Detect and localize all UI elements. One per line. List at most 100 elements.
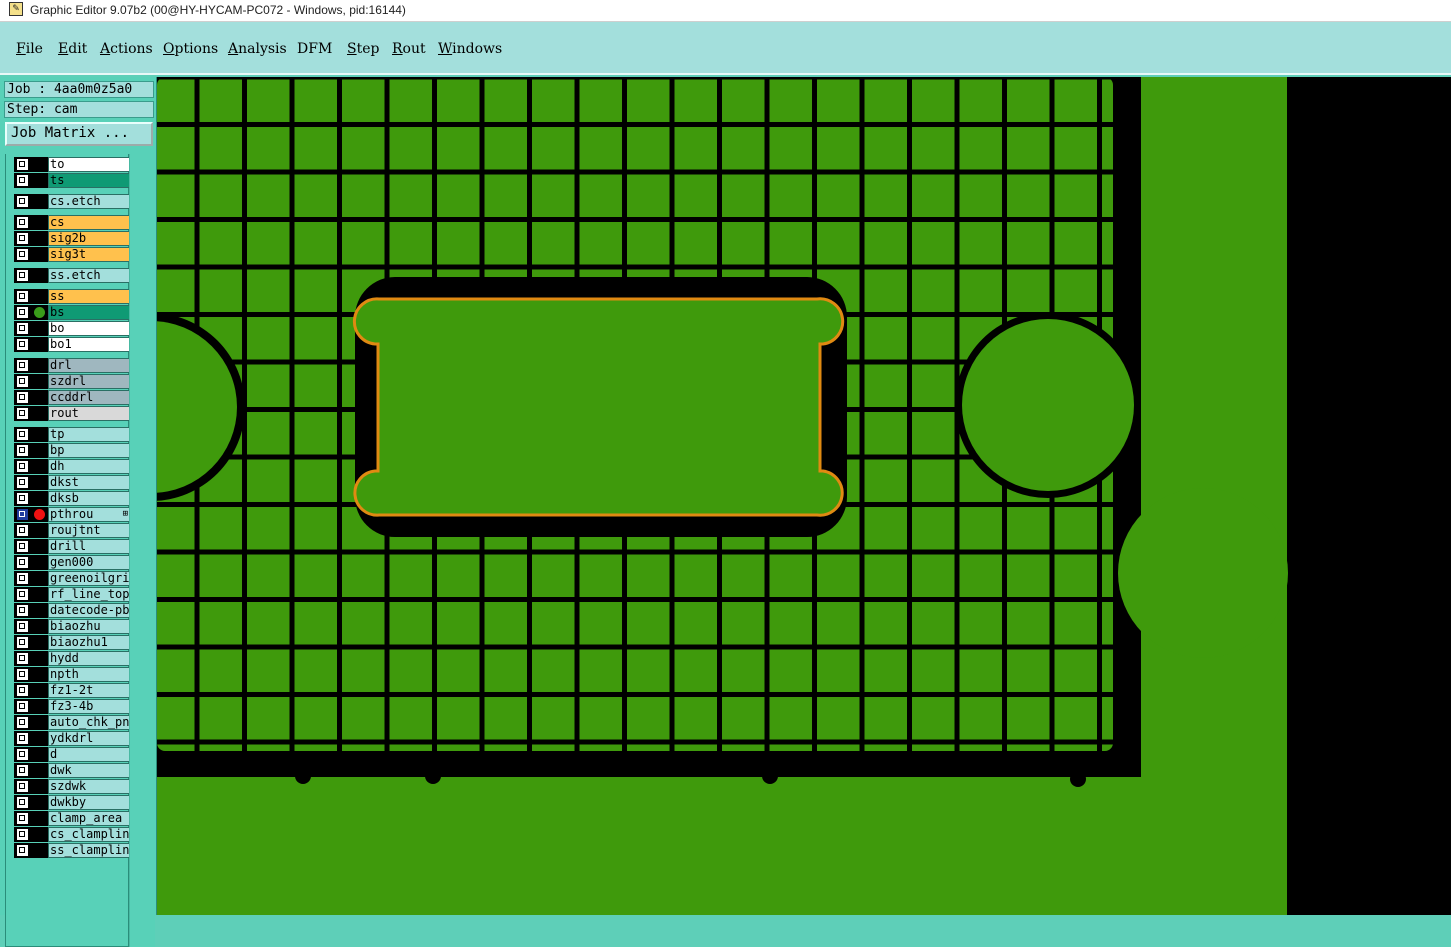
layer-row-biaozhu1[interactable]: biaozhu1 xyxy=(14,635,130,650)
layer-checkbox[interactable] xyxy=(17,797,28,808)
layer-marker-cell[interactable] xyxy=(32,390,48,405)
layer-marker-cell[interactable] xyxy=(32,443,48,458)
layer-name[interactable]: rout xyxy=(48,406,130,421)
layer-marker-cell[interactable] xyxy=(32,459,48,474)
layer-marker-cell[interactable] xyxy=(32,337,48,352)
layer-name[interactable]: drill xyxy=(48,539,130,554)
layer-row-cs_clampline[interactable]: cs_clampline xyxy=(14,827,130,842)
layer-checkbox[interactable] xyxy=(17,557,28,568)
layer-checkbox[interactable] xyxy=(17,621,28,632)
layer-row-ss_clampline[interactable]: ss_clampline xyxy=(14,843,130,858)
layer-row-bp[interactable]: bp xyxy=(14,443,130,458)
layer-checkbox[interactable] xyxy=(17,339,28,350)
layer-name[interactable]: ss_clampline xyxy=(48,843,130,858)
layer-name[interactable]: auto_chk_pnl xyxy=(48,715,130,730)
layer-row-ss[interactable]: ss xyxy=(14,289,130,304)
layer-name[interactable]: cs.etch xyxy=(48,194,130,209)
layer-name[interactable]: greenoilgrid xyxy=(48,571,130,586)
layer-checkbox[interactable] xyxy=(17,175,28,186)
layer-checkbox[interactable] xyxy=(17,573,28,584)
layer-row-sig3t[interactable]: sig3t xyxy=(14,247,130,262)
layer-name[interactable]: to xyxy=(48,157,130,172)
layer-checkbox[interactable] xyxy=(17,217,28,228)
layer-marker-cell[interactable] xyxy=(32,305,48,320)
layer-checkbox[interactable] xyxy=(17,717,28,728)
layer-row-d[interactable]: d xyxy=(14,747,130,762)
layer-marker-cell[interactable] xyxy=(32,194,48,209)
layer-name[interactable]: dh xyxy=(48,459,130,474)
layer-name[interactable]: biaozhu1 xyxy=(48,635,130,650)
layer-row-dkst[interactable]: dkst xyxy=(14,475,130,490)
layer-checkbox[interactable] xyxy=(17,701,28,712)
layer-name[interactable]: npth xyxy=(48,667,130,682)
layer-row-clamp_area[interactable]: clamp_area xyxy=(14,811,130,826)
layer-marker-cell[interactable] xyxy=(32,619,48,634)
layer-marker-cell[interactable] xyxy=(32,247,48,262)
layer-marker-cell[interactable] xyxy=(32,215,48,230)
layer-marker-cell[interactable] xyxy=(32,523,48,538)
layer-name[interactable]: bs xyxy=(48,305,130,320)
layer-row-bs[interactable]: bs xyxy=(14,305,130,320)
layer-name[interactable]: ss.etch xyxy=(48,268,130,283)
layer-name[interactable]: datecode-pbe xyxy=(48,603,130,618)
layer-name[interactable]: gen000 xyxy=(48,555,130,570)
layer-marker-cell[interactable] xyxy=(32,406,48,421)
layer-marker-cell[interactable] xyxy=(32,715,48,730)
layer-row-dh[interactable]: dh xyxy=(14,459,130,474)
layer-name[interactable]: ss xyxy=(48,289,130,304)
layer-marker-cell[interactable] xyxy=(32,231,48,246)
layer-checkbox[interactable] xyxy=(17,376,28,387)
layer-marker-cell[interactable] xyxy=(32,157,48,172)
layer-row-ss.etch[interactable]: ss.etch xyxy=(14,268,130,283)
layer-marker-cell[interactable] xyxy=(32,289,48,304)
layer-name[interactable]: dwk xyxy=(48,763,130,778)
layer-checkbox[interactable] xyxy=(17,233,28,244)
layer-marker-cell[interactable] xyxy=(32,763,48,778)
layer-checkbox[interactable] xyxy=(17,813,28,824)
layer-row-biaozhu[interactable]: biaozhu xyxy=(14,619,130,634)
layer-row-drill[interactable]: drill xyxy=(14,539,130,554)
layer-name[interactable]: cs_clampline xyxy=(48,827,130,842)
layer-row-to[interactable]: to xyxy=(14,157,130,172)
layer-name[interactable]: ccddrl xyxy=(48,390,130,405)
layer-marker-cell[interactable] xyxy=(32,571,48,586)
layer-checkbox[interactable] xyxy=(17,461,28,472)
layer-marker-cell[interactable] xyxy=(32,427,48,442)
layer-row-szdwk[interactable]: szdwk xyxy=(14,779,130,794)
layer-name[interactable]: clamp_area xyxy=(48,811,130,826)
layer-marker-cell[interactable] xyxy=(32,555,48,570)
pcb-view[interactable] xyxy=(157,77,1451,915)
layer-marker-cell[interactable] xyxy=(32,475,48,490)
layer-expand-icon[interactable]: ⊞ xyxy=(123,508,128,521)
layer-name[interactable]: biaozhu xyxy=(48,619,130,634)
layer-marker-cell[interactable] xyxy=(32,731,48,746)
layer-checkbox[interactable] xyxy=(17,509,28,520)
layer-row-greenoilgrid[interactable]: greenoilgrid xyxy=(14,571,130,586)
layer-checkbox[interactable] xyxy=(17,445,28,456)
layer-marker-cell[interactable] xyxy=(32,667,48,682)
layer-checkbox[interactable] xyxy=(17,307,28,318)
layer-checkbox[interactable] xyxy=(17,493,28,504)
layer-name[interactable]: sig3t xyxy=(48,247,130,262)
menu-item-step[interactable]: Step xyxy=(347,41,379,57)
layer-checkbox[interactable] xyxy=(17,765,28,776)
layer-row-tp[interactable]: tp xyxy=(14,427,130,442)
layer-marker-cell[interactable] xyxy=(32,603,48,618)
layer-name[interactable]: d xyxy=(48,747,130,762)
layer-checkbox[interactable] xyxy=(17,323,28,334)
layer-marker-cell[interactable] xyxy=(32,779,48,794)
layer-name[interactable]: tp xyxy=(48,427,130,442)
layer-row-cs.etch[interactable]: cs.etch xyxy=(14,194,130,209)
layer-name[interactable]: bo1 xyxy=(48,337,130,352)
layer-name[interactable]: sig2b xyxy=(48,231,130,246)
menu-item-options[interactable]: Options xyxy=(163,41,218,57)
layer-marker-cell[interactable] xyxy=(32,699,48,714)
layer-marker-cell[interactable] xyxy=(32,491,48,506)
layer-name[interactable]: drl xyxy=(48,358,130,373)
layer-checkbox[interactable] xyxy=(17,749,28,760)
menu-item-file[interactable]: File xyxy=(16,41,43,57)
layer-marker-cell[interactable] xyxy=(32,811,48,826)
layer-name[interactable]: fz1-2t xyxy=(48,683,130,698)
layer-row-fz3-4b[interactable]: fz3-4b xyxy=(14,699,130,714)
layer-checkbox[interactable] xyxy=(17,605,28,616)
